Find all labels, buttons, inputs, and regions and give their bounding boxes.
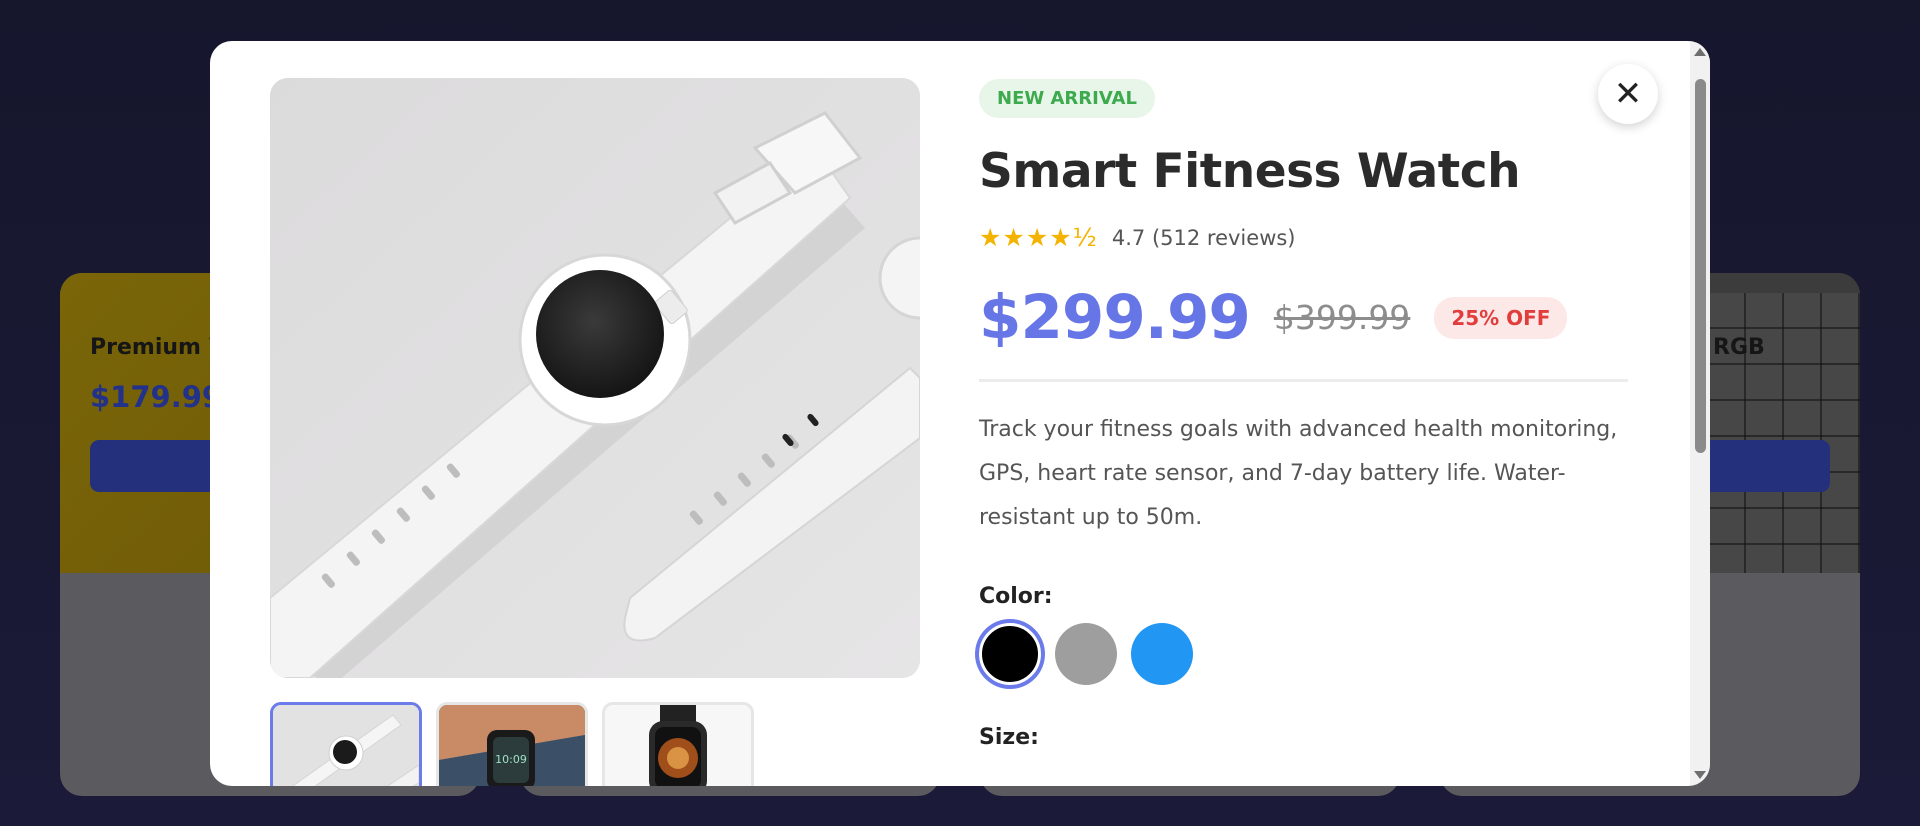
product-title: Smart Fitness Watch (979, 144, 1521, 199)
product-info: NEW ARRIVAL Smart Fitness Watch ★★★★½ 4.… (979, 79, 1639, 750)
close-button[interactable]: ✕ (1598, 64, 1658, 124)
product-description: Track your fitness goals with advanced h… (979, 417, 1618, 530)
color-label: Color: (979, 584, 1053, 609)
current-price: $299.99 (979, 282, 1251, 353)
divider (979, 379, 1628, 382)
color-swatches (979, 623, 1639, 685)
scrollbar[interactable] (1690, 41, 1710, 786)
color-swatch-gray[interactable] (1055, 623, 1117, 685)
thumbnail-white-watch[interactable] (270, 702, 422, 786)
rating-text: 4.7 (512 reviews) (1111, 225, 1296, 250)
rating-row: ★★★★½ 4.7 (512 reviews) (979, 223, 1639, 252)
scroll-down-arrow-icon[interactable] (1694, 771, 1706, 779)
thumbnail-wrist-watch[interactable]: 10:09 (436, 702, 588, 786)
product-card-title: RGB (1713, 335, 1765, 360)
add-to-cart-button[interactable] (1700, 440, 1830, 492)
discount-badge: 25% OFF (1434, 296, 1568, 339)
color-swatch-black[interactable] (979, 623, 1041, 685)
close-icon: ✕ (1613, 74, 1643, 114)
new-arrival-badge: NEW ARRIVAL (979, 79, 1155, 118)
scroll-thumb[interactable] (1695, 79, 1706, 453)
product-modal: 10:09 NEW ARRIVAL Smart Fitness Watch ★★… (210, 41, 1710, 786)
thumbnail-strip: 10:09 (270, 702, 754, 786)
star-rating-icon: ★★★★½ (979, 223, 1098, 252)
size-label: Size: (979, 725, 1039, 750)
original-price: $399.99 (1273, 298, 1411, 337)
product-main-image (270, 78, 920, 678)
price-row: $299.99 $399.99 25% OFF (979, 282, 1639, 353)
svg-text:10:09: 10:09 (495, 753, 527, 766)
scroll-up-arrow-icon[interactable] (1694, 48, 1706, 56)
product-card-price: $179.99 (90, 380, 223, 414)
thumbnail-black-watch[interactable] (602, 702, 754, 786)
color-swatch-blue[interactable] (1131, 623, 1193, 685)
